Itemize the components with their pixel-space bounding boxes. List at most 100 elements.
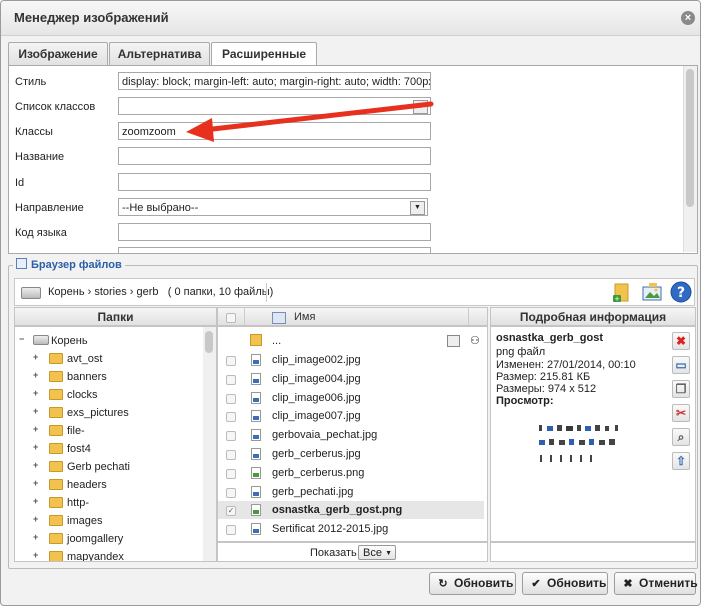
image-file-icon (251, 504, 261, 517)
cut-icon[interactable]: ✂ (672, 404, 690, 422)
tab-image[interactable]: Изображение (8, 42, 108, 65)
files-header: Имя (217, 307, 488, 326)
expand-icon[interactable]: + (33, 515, 40, 524)
file-row[interactable]: clip_image007.jpg (218, 407, 484, 425)
path-divider (266, 283, 267, 302)
svg-text:?: ? (677, 285, 685, 301)
expand-icon[interactable]: + (33, 425, 40, 434)
file-checkbox[interactable] (226, 412, 236, 423)
file-row[interactable]: gerbovaia_pechat.jpg (218, 426, 484, 444)
refresh-button-2[interactable]: ✔ Обновить (522, 572, 608, 595)
style-label: Стиль (15, 76, 47, 88)
expand-icon[interactable]: + (33, 443, 40, 452)
expand-icon[interactable]: + (33, 407, 40, 416)
details-pane: osnastka_gerb_gost png файл Изменен: 27/… (490, 326, 696, 542)
expand-icon[interactable]: + (33, 461, 40, 470)
image-manager-dialog: Менеджер изображений × Изображение Альте… (0, 0, 701, 606)
name-label: Название (15, 151, 65, 163)
file-scrollbar (474, 327, 487, 541)
panel-scroll-thumb[interactable] (686, 69, 694, 207)
image-file-icon (251, 354, 261, 366)
insert-icon[interactable]: ⇧ (672, 452, 690, 470)
file-row[interactable]: gerb_cerberus.png (218, 464, 484, 482)
image-preview[interactable] (535, 423, 627, 471)
direction-label: Направление (15, 202, 84, 214)
image-file-icon (251, 391, 261, 404)
direction-select[interactable]: --Не выбрано-- ▼ (118, 198, 428, 216)
tab-alternative[interactable]: Альтернатива (109, 42, 210, 65)
folder-icon (49, 443, 63, 454)
file-checkbox[interactable] (226, 374, 236, 385)
upload-image-icon[interactable] (640, 280, 664, 304)
expand-icon[interactable]: + (33, 479, 40, 488)
file-list: ... ⚇ clip_image002.jpg clip_image004.jpg… (217, 326, 488, 542)
expand-icon[interactable]: + (33, 371, 40, 380)
file-checkbox[interactable] (226, 525, 236, 536)
file-name: gerbovaia_pechat.jpg (272, 429, 378, 442)
new-folder-icon[interactable]: + (610, 280, 634, 304)
delete-icon[interactable]: ✖ (672, 332, 690, 350)
file-checkbox[interactable] (226, 450, 236, 460)
panel-scrollbar[interactable] (683, 66, 697, 252)
refresh-icon: ↻ (438, 578, 448, 590)
refresh-button-2-label: Обновить (547, 576, 607, 590)
expand-icon[interactable]: + (33, 551, 40, 560)
tree-scrollbar[interactable] (203, 327, 216, 561)
file-checkbox[interactable] (226, 468, 236, 479)
collapse-icon[interactable]: − (19, 335, 26, 344)
help-icon[interactable]: ? (669, 280, 693, 304)
lang-label: Код языка (15, 227, 67, 239)
tree-folder-label: http- (67, 497, 90, 509)
file-name: Sertificat 2012-2015.jpg (272, 523, 389, 536)
parent-folder-row[interactable]: ... ⚇ (218, 332, 484, 350)
close-icon[interactable]: × (681, 11, 695, 25)
cancel-button[interactable]: ✖ Отменить (614, 572, 698, 595)
lang-input[interactable] (118, 223, 431, 241)
show-filter-select[interactable]: Все ▼ (358, 545, 396, 560)
file-row[interactable]: clip_image002.jpg (218, 351, 484, 369)
tree-scroll-thumb[interactable] (205, 331, 213, 353)
name-input[interactable] (118, 147, 431, 165)
zoom-icon[interactable]: ⌕ (672, 428, 690, 446)
tree-folder-label: clocks (67, 389, 98, 401)
folder-icon (49, 461, 63, 472)
expand-icon[interactable]: + (33, 533, 40, 542)
file-row[interactable]: gerb_cerberus.jpg (218, 445, 484, 463)
file-name: gerb_pechati.jpg (272, 485, 354, 498)
details-type: png файл (496, 346, 546, 358)
tree-folder-label: mapyandex (67, 551, 124, 562)
folder-icon (49, 479, 63, 490)
breadcrumb-path[interactable]: Корень › stories › gerb (48, 286, 159, 298)
file-checkbox[interactable] (226, 487, 236, 498)
folder-icon (49, 515, 63, 526)
file-row[interactable]: Sertificat 2012-2015.jpg (218, 520, 484, 538)
partial-input[interactable] (118, 247, 431, 253)
file-checkbox[interactable] (226, 393, 236, 404)
file-row[interactable]: ✓ osnastka_gerb_gost.png (218, 501, 484, 520)
name-column-header[interactable]: Имя (294, 308, 315, 326)
file-checkbox[interactable] (226, 356, 236, 366)
expand-icon[interactable]: + (33, 389, 40, 398)
file-row[interactable]: clip_image004.jpg (218, 370, 484, 388)
details-view-icon[interactable] (447, 335, 460, 347)
file-checkbox[interactable]: ✓ (226, 506, 236, 517)
file-row[interactable]: gerb_pechati.jpg (218, 483, 484, 501)
folder-icon (49, 425, 63, 436)
id-input[interactable] (118, 173, 431, 191)
move-icon[interactable]: ▭ (672, 356, 690, 374)
file-row[interactable]: clip_image006.jpg (218, 389, 484, 407)
copy-icon[interactable]: ❐ (672, 380, 690, 398)
select-all-checkbox[interactable] (226, 313, 236, 323)
tree-folder-label: fost4 (67, 443, 91, 455)
refresh-button-1[interactable]: ↻ Обновить (429, 572, 516, 595)
tab-advanced[interactable]: Расширенные (211, 42, 317, 66)
title-bar: Менеджер изображений × (1, 1, 700, 36)
expand-icon[interactable]: + (33, 353, 40, 362)
image-file-icon (251, 523, 261, 536)
style-input[interactable]: display: block; margin-left: auto; margi… (118, 72, 431, 90)
file-checkbox[interactable] (226, 431, 236, 442)
file-name: clip_image002.jpg (272, 354, 361, 366)
expand-icon[interactable]: + (33, 497, 40, 506)
cancel-button-label: Отменить (639, 576, 698, 590)
view-icon[interactable] (272, 312, 286, 324)
